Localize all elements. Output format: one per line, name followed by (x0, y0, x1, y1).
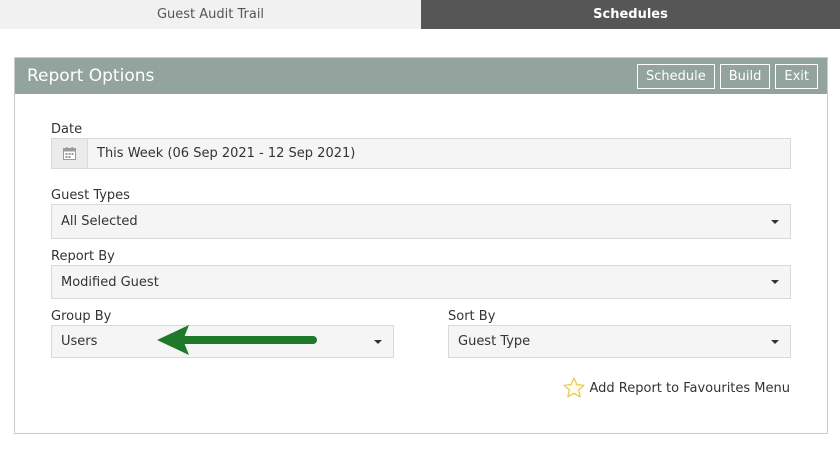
add-to-favourites-link[interactable]: Add Report to Favourites Menu (562, 376, 791, 400)
group-by-label: Group By (51, 309, 112, 324)
group-by-value: Users (61, 334, 98, 349)
chevron-down-icon (374, 339, 382, 344)
guest-types-value: All Selected (61, 214, 138, 229)
report-by-label: Report By (51, 249, 115, 264)
header-buttons: Schedule Build Exit (636, 63, 818, 89)
add-to-favourites-label: Add Report to Favourites Menu (589, 380, 791, 396)
chevron-down-icon (771, 280, 779, 284)
date-field[interactable]: This Week (06 Sep 2021 - 12 Sep 2021) (51, 138, 791, 169)
panel-header: Report Options Schedule Build Exit (15, 58, 827, 94)
chevron-down-icon (771, 219, 779, 224)
date-label: Date (51, 122, 83, 137)
sort-by-label: Sort By (448, 309, 496, 324)
schedule-button[interactable]: Schedule (636, 63, 715, 89)
tab-schedules[interactable]: Schedules (421, 0, 840, 29)
tab-bar: Guest Audit Trail Schedules (0, 0, 840, 29)
date-value: This Week (06 Sep 2021 - 12 Sep 2021) (97, 146, 356, 161)
green-arrow-annotation (157, 325, 317, 355)
build-button[interactable]: Build (719, 63, 771, 89)
calendar-icon[interactable] (52, 139, 88, 168)
report-by-select[interactable]: Modified Guest (51, 265, 791, 299)
guest-types-label: Guest Types (51, 188, 130, 203)
exit-button[interactable]: Exit (775, 63, 818, 89)
tab-guest-audit-trail[interactable]: Guest Audit Trail (0, 0, 421, 29)
report-options-panel: Report Options Schedule Build Exit Date … (14, 57, 828, 434)
chevron-down-icon (771, 339, 779, 344)
report-by-value: Modified Guest (61, 274, 159, 290)
star-outline-icon (562, 377, 585, 398)
sort-by-select[interactable]: Guest Type (448, 325, 791, 358)
guest-types-select[interactable]: All Selected (51, 204, 791, 239)
panel-title: Report Options (27, 66, 155, 86)
sort-by-value: Guest Type (458, 334, 531, 349)
